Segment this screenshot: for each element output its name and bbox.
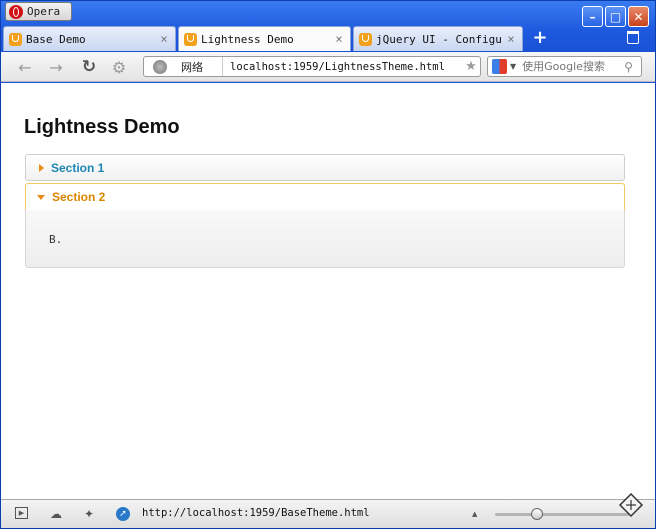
panel-toggle-icon[interactable]: ▶ [15, 507, 28, 519]
google-icon[interactable] [492, 59, 507, 74]
search-box[interactable]: ▼ ⚲ [487, 56, 642, 77]
zoom-slider[interactable] [495, 513, 630, 516]
resize-grip-icon[interactable] [618, 492, 644, 518]
navigation-toolbar: ← → ↻ ⚙ 网络 localhost:1959/LightnessTheme… [1, 52, 655, 82]
unite-icon[interactable]: ✦ [81, 507, 97, 521]
triangle-down-icon [37, 194, 45, 200]
tab-label: Lightness Demo [201, 32, 294, 46]
opera-menu-button[interactable]: Opera [5, 2, 72, 21]
tab-label: jQuery UI - Configu... [376, 32, 504, 46]
tab-base-demo[interactable]: Base Demo × [3, 26, 176, 51]
reload-icon[interactable]: ↻ [79, 57, 99, 77]
globe-icon [153, 59, 167, 74]
address-bar[interactable]: 网络 localhost:1959/LightnessTheme.html ★ [143, 56, 481, 77]
accordion-header-section-1[interactable]: Section 1 [25, 154, 625, 181]
browser-window: Opera – □ ✕ Base Demo × Lightness Demo ×… [0, 0, 656, 529]
chevron-down-icon[interactable]: ▼ [510, 62, 516, 71]
accordion-header-section-2[interactable]: Section 2 [25, 183, 625, 210]
accordion-panel-text: B. [49, 233, 63, 246]
trash-icon[interactable] [627, 31, 639, 44]
address-url[interactable]: localhost:1959/LightnessTheme.html [223, 61, 462, 73]
search-icon[interactable]: ⚲ [624, 60, 633, 74]
accordion-header-label: Section 1 [51, 160, 105, 175]
title-bar: Opera – □ ✕ Base Demo × Lightness Demo ×… [1, 1, 655, 53]
status-bar: ▶ ☁ ✦ ➚ http://localhost:1959/BaseTheme.… [1, 499, 655, 528]
tab-lightness-demo[interactable]: Lightness Demo × [178, 26, 351, 51]
tab-strip: Base Demo × Lightness Demo × jQuery UI -… [3, 26, 551, 51]
accordion-header-label: Section 2 [52, 190, 106, 204]
close-button[interactable]: ✕ [628, 6, 649, 27]
forward-arrow-icon[interactable]: → [46, 57, 66, 77]
key-icon[interactable]: ⚙ [109, 57, 129, 77]
opera-logo-icon [9, 4, 23, 19]
network-label[interactable]: 网络 [173, 57, 223, 76]
search-input[interactable] [522, 60, 623, 73]
tab-jquery-ui[interactable]: jQuery UI - Configu... × [353, 26, 523, 51]
cloud-icon[interactable]: ☁ [48, 507, 64, 521]
chevron-up-icon[interactable]: ▲ [472, 510, 477, 518]
tab-close-icon[interactable]: × [157, 32, 171, 46]
accordion-panel-section-2: B. [25, 210, 625, 268]
new-tab-button[interactable]: + [529, 26, 551, 48]
triangle-right-icon [39, 163, 44, 172]
turbo-icon[interactable]: ➚ [116, 507, 130, 521]
tab-close-icon[interactable]: × [504, 32, 518, 46]
page-content: Lightness Demo Section 1 Section 2 B. [1, 83, 655, 499]
opera-menu-label: Opera [27, 5, 61, 18]
minimize-button[interactable]: – [582, 6, 603, 27]
zoom-slider-thumb[interactable] [531, 508, 543, 520]
status-url: http://localhost:1959/BaseTheme.html [142, 507, 370, 519]
accordion: Section 1 Section 2 B. [25, 154, 625, 268]
maximize-button[interactable]: □ [605, 6, 626, 27]
back-arrow-icon[interactable]: ← [15, 57, 35, 77]
favicon-icon [359, 32, 372, 46]
tab-label: Base Demo [26, 32, 86, 46]
window-controls: – □ ✕ [582, 6, 649, 27]
tab-close-icon[interactable]: × [332, 32, 346, 46]
page-title: Lightness Demo [24, 116, 180, 138]
star-icon[interactable]: ★ [462, 59, 480, 74]
favicon-icon [184, 32, 197, 46]
favicon-icon [9, 32, 22, 46]
